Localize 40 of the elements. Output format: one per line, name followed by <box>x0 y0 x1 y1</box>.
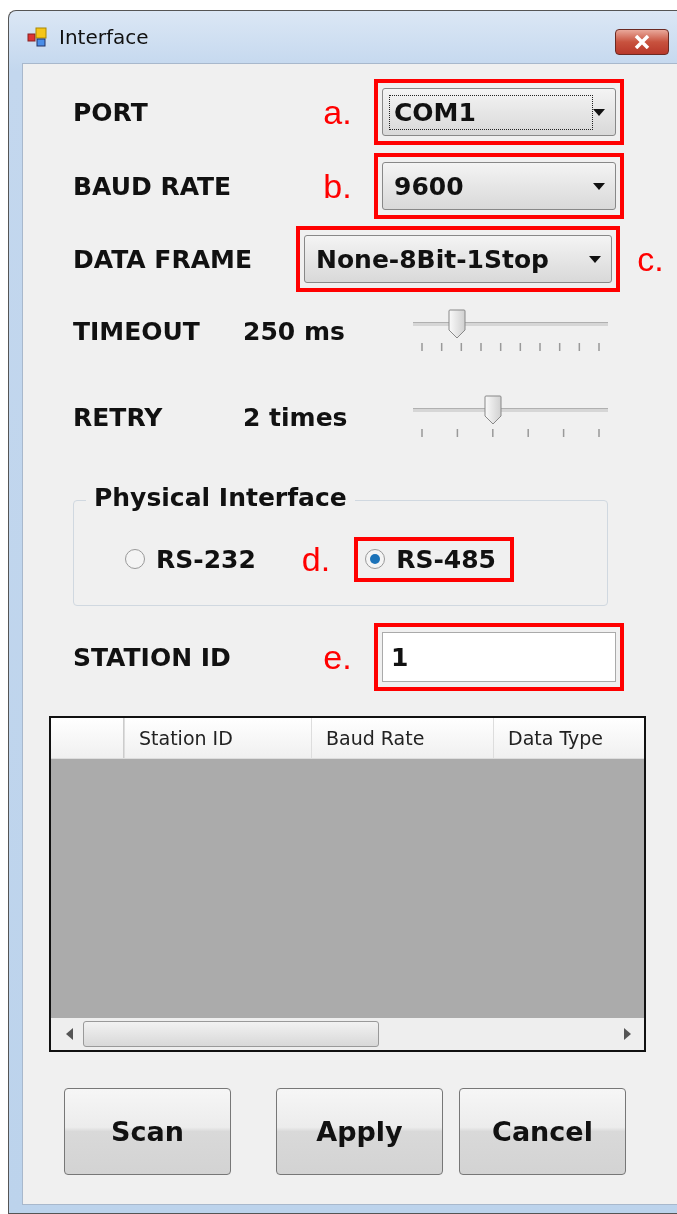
scroll-right-icon[interactable] <box>622 1028 632 1040</box>
window-title: Interface <box>59 25 149 49</box>
slider-reading: 250 ms <box>243 316 346 346</box>
dropdown-arrow-icon <box>593 182 605 190</box>
field-label: TIMEOUT <box>73 316 201 346</box>
scroll-left-icon[interactable] <box>65 1028 75 1040</box>
dropdown-arrow-icon <box>593 108 605 116</box>
field-label: PORT <box>73 97 149 127</box>
annotation-letter: b. <box>323 166 352 206</box>
scroll-thumb[interactable] <box>83 1021 379 1047</box>
annotation-letter: c. <box>637 239 664 279</box>
close-icon <box>634 35 650 49</box>
close-button[interactable] <box>615 29 669 55</box>
dialog-button[interactable]: Apply <box>276 1088 443 1175</box>
dropdown[interactable]: COM1 <box>382 88 616 136</box>
radio-option[interactable]: RS-232 <box>124 544 256 574</box>
annotation-letter: a. <box>323 92 352 132</box>
dropdown[interactable]: 9600 <box>382 162 616 210</box>
column-header[interactable]: Data Type <box>493 718 644 758</box>
field-label: STATION ID <box>73 642 232 672</box>
slider-thumb[interactable] <box>447 309 466 339</box>
column-header[interactable]: Baud Rate <box>311 718 493 758</box>
field-label: RETRY <box>73 402 164 432</box>
dialog-button[interactable]: Scan <box>64 1088 231 1175</box>
field-label: BAUD RATE <box>73 171 233 201</box>
radio-option[interactable]: RS-485 <box>364 544 496 574</box>
dropdown-arrow-icon <box>589 255 601 263</box>
input-field[interactable]: 1 <box>382 632 616 682</box>
horizontal-scrollbar[interactable] <box>51 1018 644 1050</box>
slider[interactable] <box>413 395 608 439</box>
slider[interactable] <box>413 309 608 353</box>
slider-thumb[interactable] <box>483 395 502 425</box>
dialog-button[interactable]: Cancel <box>459 1088 626 1175</box>
slider-reading: 2 times <box>243 402 349 432</box>
annotation-letter: e. <box>323 637 352 677</box>
dropdown[interactable]: None-8Bit-1Stop <box>304 235 612 283</box>
app-icon <box>27 26 49 48</box>
annotation-letter: d. <box>301 539 331 579</box>
column-header[interactable]: Station ID <box>124 718 311 758</box>
field-label: DATA FRAME <box>73 244 253 274</box>
